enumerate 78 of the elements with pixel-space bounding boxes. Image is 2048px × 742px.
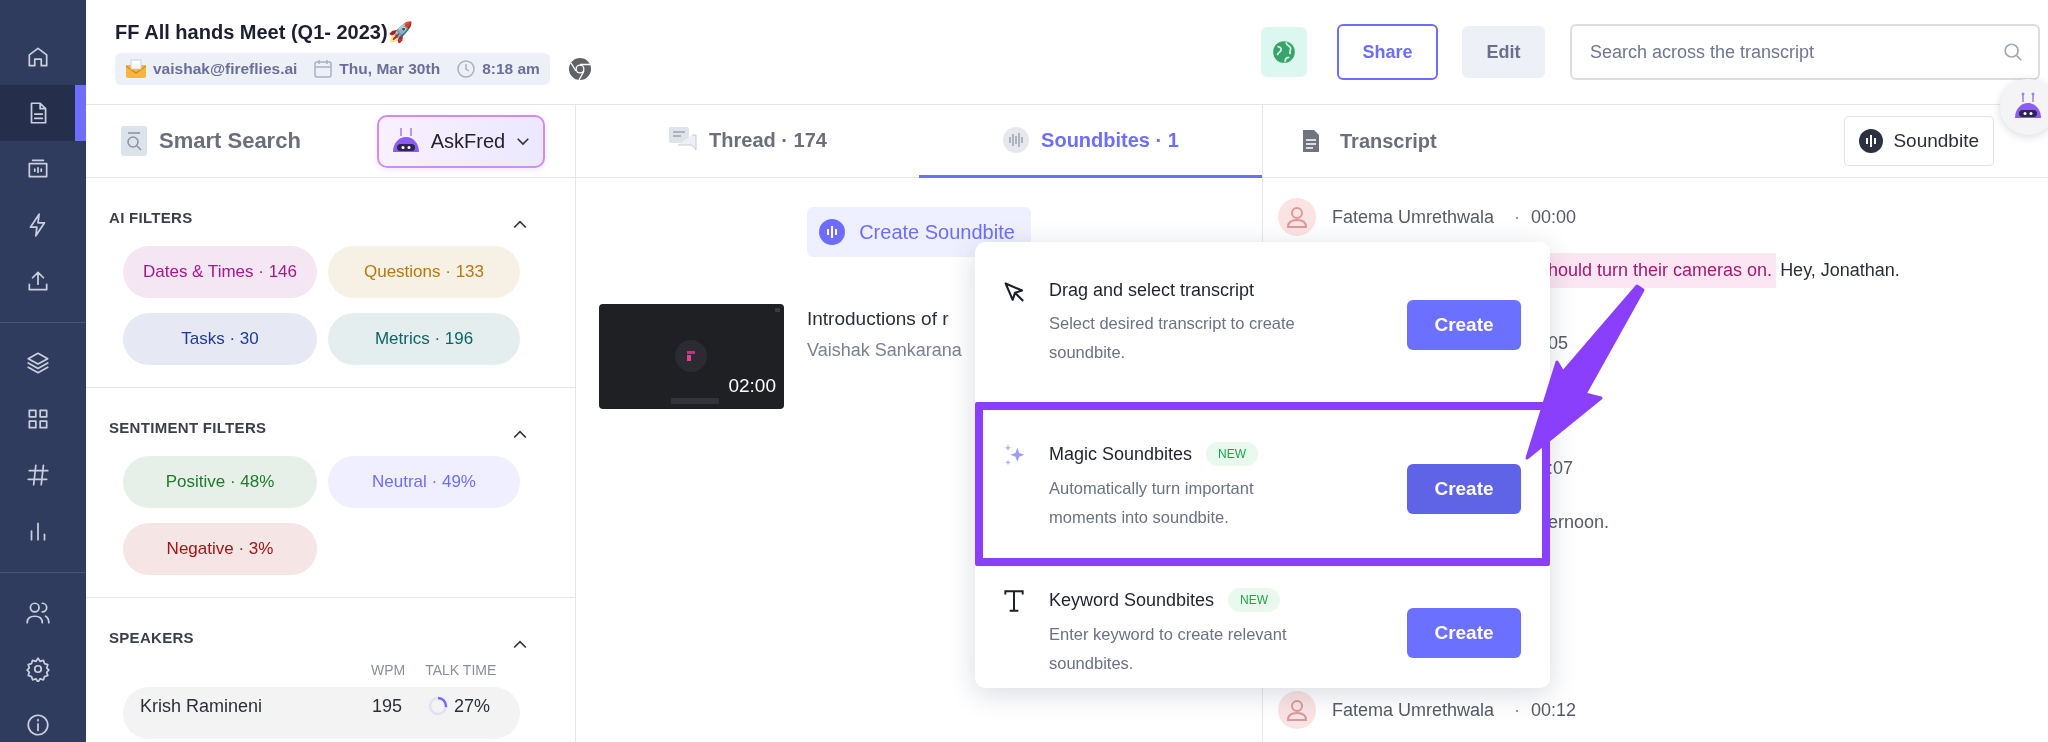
clock-icon <box>456 58 477 79</box>
filter-chip[interactable]: Negative · 3% <box>123 523 317 575</box>
meeting-time: 8:18 am <box>482 59 540 78</box>
organizer-email: vaishak@fireflies.ai <box>153 59 298 78</box>
envelope-icon <box>125 58 147 79</box>
filter-chip[interactable]: Metrics · 196 <box>328 313 520 365</box>
document-icon <box>1302 129 1320 153</box>
assistant-bubble[interactable] <box>2000 79 2048 135</box>
section-title: SPEAKERS <box>109 628 194 646</box>
section-title: SENTIMENT FILTERS <box>109 418 267 436</box>
video-duration: 02:00 <box>728 375 776 397</box>
info-icon <box>24 712 51 738</box>
filter-chip[interactable]: Questions · 133 <box>328 246 520 298</box>
talk-time-ring <box>428 696 448 716</box>
layers-icon <box>24 350 51 376</box>
transcript-text: Hey, Jonathan. <box>1780 259 1900 281</box>
menu-item-description: Select desired transcript to create soundbite. <box>1049 313 1296 363</box>
audio-wave-icon <box>1002 126 1031 154</box>
menu-item-title: Keyword Soundbites <box>1049 589 1215 611</box>
askfred-button[interactable]: AskFred <box>377 114 545 168</box>
new-badge: NEW <box>1206 442 1259 466</box>
filter-chip[interactable]: Tasks · 30 <box>123 313 317 365</box>
new-badge: NEW <box>1228 588 1281 612</box>
soundbite-title[interactable]: Introductions of r <box>807 308 962 330</box>
filter-chip[interactable]: Neutral · 49% <box>328 456 520 508</box>
settings-icon <box>24 656 51 682</box>
globe-icon <box>1271 39 1297 65</box>
meeting-title: FF All hands Meet (Q1- 2023)🚀 <box>115 19 414 44</box>
meeting-date: Thu, Mar 30th <box>339 59 441 78</box>
create-button[interactable]: Create <box>1407 464 1521 514</box>
highlight-frame[interactable]: Magic Soundbites NEW Automatically turn important moments into soundbite. Create <box>975 402 1550 566</box>
filter-chip[interactable]: Dates & Times · 146 <box>123 246 317 298</box>
talk-time: 27% <box>454 696 491 717</box>
edit-button[interactable]: Edit <box>1462 26 1545 78</box>
panel-title: Transcript <box>1340 129 1437 153</box>
speaker-name: Fatema Umrethwala <box>1332 699 1496 721</box>
people-icon <box>24 600 51 626</box>
soundbite-button[interactable]: Soundbite <box>1844 116 1994 166</box>
speaker-name: Fatema Umrethwala <box>1332 206 1496 228</box>
browser-icon <box>567 56 592 81</box>
search-icon <box>2002 41 2024 63</box>
transcript-text: ernoon. <box>1548 511 1610 533</box>
search-icon <box>121 126 147 156</box>
menu-item[interactable]: Keyword Soundbites NEW Enter keyword to create relevant soundbites. Create <box>975 566 1550 688</box>
menu-item-title: Magic Soundbites <box>1049 443 1193 465</box>
column-header: WPM <box>371 662 406 680</box>
transcript-text: :07 <box>1548 457 1574 479</box>
column-header: TALK TIME <box>425 662 497 680</box>
separator-dot: · <box>1514 699 1521 721</box>
globe-button[interactable] <box>1261 27 1307 77</box>
menu-item-title: Drag and select transcript <box>1049 280 1255 301</box>
calendar-icon <box>313 58 334 79</box>
panel-title: Smart Search <box>159 128 301 154</box>
menu-item-description: Automatically turn important moments into soundbite. <box>1049 478 1255 528</box>
menu-item-description: Enter keyword to create relevant soundbites. <box>1049 624 1288 674</box>
avatar-icon <box>1278 691 1316 729</box>
audio-wave-icon <box>1859 129 1884 153</box>
avatar-icon <box>1278 198 1316 236</box>
speaker-name: Vaishak Sankarana <box>807 340 962 361</box>
tab[interactable]: Soundbites · 1 <box>919 105 1262 178</box>
text-icon <box>1001 588 1027 614</box>
nav-item-selected[interactable] <box>0 85 86 141</box>
filter-chip[interactable]: Positive · 48% <box>123 456 317 508</box>
create-button[interactable]: Create <box>1407 608 1521 658</box>
create-button[interactable]: Create <box>1407 300 1521 350</box>
audio-wave-icon <box>819 219 846 245</box>
tab[interactable]: Thread · 174 <box>576 105 919 178</box>
share-button[interactable]: Share <box>1337 24 1438 80</box>
timestamp[interactable]: 00:12 <box>1531 699 1577 721</box>
words-per-minute: 195 <box>372 696 404 717</box>
timestamp[interactable]: 00:00 <box>1531 206 1577 228</box>
search-field[interactable]: Search across the transcript <box>1570 24 2040 80</box>
speaker-name: Krish Ramineni <box>140 696 264 717</box>
hashtag-icon <box>24 462 51 488</box>
separator-dot: · <box>1514 206 1521 228</box>
speaker-row[interactable]: Krish Ramineni 195 27% <box>123 687 520 739</box>
section-title: AI FILTERS <box>109 208 193 226</box>
create-soundbite-button[interactable]: Create Soundbite <box>807 207 1031 257</box>
